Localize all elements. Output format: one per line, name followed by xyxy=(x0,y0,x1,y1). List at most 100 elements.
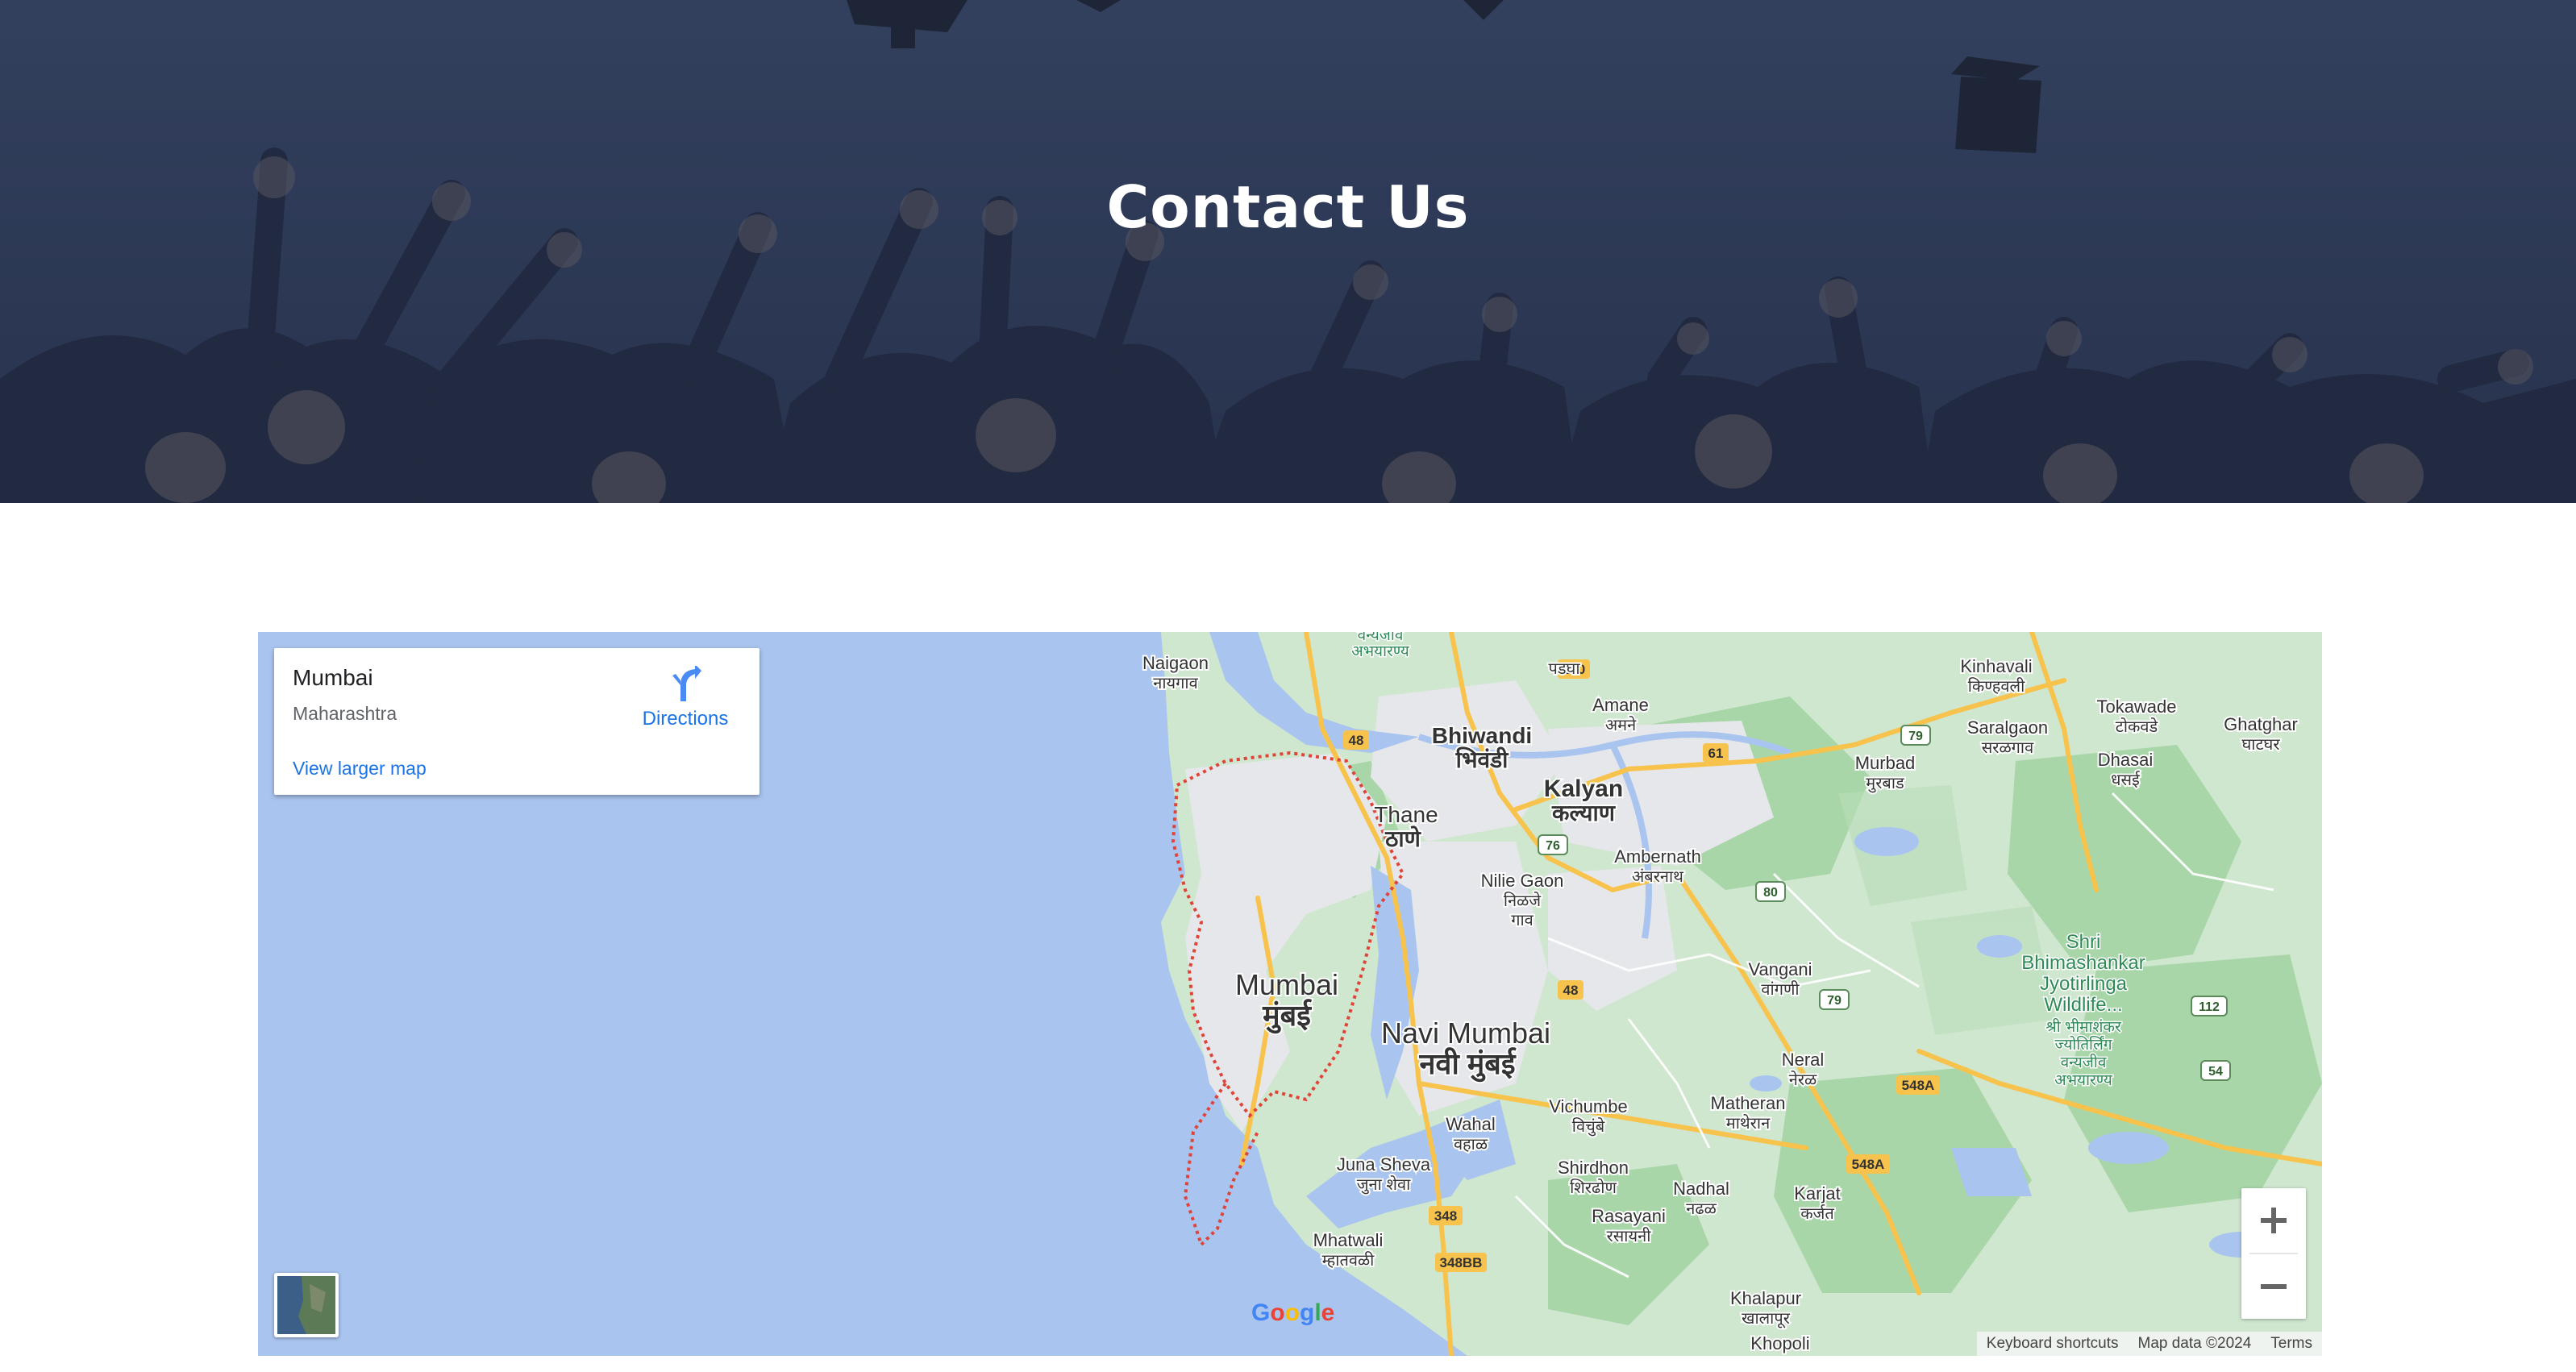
directions-icon xyxy=(672,666,701,701)
place-label: अमने xyxy=(1605,716,1637,734)
google-logo-letter: l xyxy=(1314,1299,1321,1326)
place-label: नायगाव xyxy=(1153,675,1198,692)
place-label: Vangani xyxy=(1748,959,1812,979)
place-label: वहाळ xyxy=(1454,1136,1488,1154)
place-label: Ambernath xyxy=(1614,846,1701,867)
place-label: Khopoli xyxy=(1750,1333,1809,1353)
place-region: Maharashtra xyxy=(293,703,397,724)
place-label: Kalyan xyxy=(1544,775,1623,802)
city-label: Mumbai xyxy=(1235,968,1338,1001)
place-label: Nadhal xyxy=(1673,1179,1729,1199)
place-label: खालापूर xyxy=(1742,1310,1791,1328)
place-info-card: Mumbai Maharashtra View larger map Direc… xyxy=(274,648,759,795)
zoom-controls xyxy=(2241,1188,2306,1319)
plus-icon xyxy=(2261,1208,2287,1233)
city-label: Navi Mumbai xyxy=(1381,1017,1550,1050)
place-label: Juna Sheva xyxy=(1337,1154,1431,1175)
place-label: Khalapur xyxy=(1730,1288,1801,1308)
google-logo-letter: g xyxy=(1300,1299,1315,1326)
place-label: पडघा xyxy=(1548,660,1580,678)
place-label: भिवंडी xyxy=(1455,746,1509,772)
place-label: रसायनी xyxy=(1607,1227,1652,1245)
place-label: Bhiwandi xyxy=(1432,723,1532,748)
satellite-layer-toggle[interactable] xyxy=(274,1273,339,1337)
place-label: मुरबाड xyxy=(1866,775,1904,793)
place-label: घाटघर xyxy=(2241,736,2280,754)
place-label: Murbad xyxy=(1855,753,1916,773)
place-label: Mhatwali xyxy=(1313,1230,1384,1250)
place-label: Tokawade xyxy=(2096,696,2176,717)
zoom-out-button[interactable] xyxy=(2241,1254,2306,1319)
place-label: Ghatghar xyxy=(2224,714,2298,734)
highway-shield: 348 xyxy=(1434,1208,1457,1224)
park-label: Bhimashankar xyxy=(2021,952,2145,974)
place-label: Naigaon xyxy=(1142,653,1209,673)
place-label: Amane xyxy=(1592,695,1649,715)
state-highway-shield: 80 xyxy=(1763,886,1778,900)
highway-shield: 548A xyxy=(1902,1078,1935,1093)
place-label: ठाणे xyxy=(1384,825,1422,851)
highway-shield: 48 xyxy=(1563,983,1579,998)
hero-banner: Contact Us xyxy=(0,0,2576,503)
place-label: टोकवडे xyxy=(2116,717,2158,736)
place-label: Shirdhon xyxy=(1558,1158,1629,1178)
place-label: गाव xyxy=(1511,912,1534,929)
city-label: मुंबई xyxy=(1262,999,1313,1034)
map-data-attribution: Map data ©2024 xyxy=(2137,1335,2252,1352)
park-label: ज्योतिर्लिंग xyxy=(2054,1035,2112,1054)
place-label: Neral xyxy=(1782,1050,1825,1070)
place-name: Mumbai xyxy=(293,665,373,690)
park-label: Wildlife... xyxy=(2044,994,2122,1016)
keyboard-shortcuts-link[interactable]: Keyboard shortcuts xyxy=(1987,1335,2119,1353)
terms-link[interactable]: Terms xyxy=(2270,1335,2312,1353)
embedded-map[interactable]: 160 48 61 48 548A 548A 348 348BB 79 76 8… xyxy=(258,632,2322,1356)
zoom-in-button[interactable] xyxy=(2241,1188,2306,1253)
place-label: किण्हवली xyxy=(1968,677,2025,696)
place-label: कल्याण xyxy=(1551,800,1617,825)
google-logo: Google xyxy=(1251,1299,1334,1327)
place-label: नढळ xyxy=(1686,1200,1717,1218)
place-label: जुना शेवा xyxy=(1357,1175,1411,1195)
google-logo-letter: o xyxy=(1284,1299,1300,1326)
place-label: निळजे xyxy=(1504,892,1542,910)
state-highway-shield: 112 xyxy=(2199,1000,2220,1014)
map-attribution-bar: Keyboard shortcuts Map data ©2024 Terms xyxy=(1976,1332,2322,1356)
minus-icon xyxy=(2261,1284,2287,1289)
place-label: शिरढोण xyxy=(1570,1179,1617,1197)
state-highway-shield: 79 xyxy=(1827,994,1841,1008)
park-label: अभयारण्य xyxy=(2054,1072,2113,1089)
place-label: Matheran xyxy=(1711,1093,1786,1113)
state-highway-shield: 79 xyxy=(1908,730,1923,743)
satellite-thumbnail-icon xyxy=(277,1276,335,1334)
highway-shield: 48 xyxy=(1349,733,1364,748)
park-label: वन्यजीव xyxy=(1358,632,1404,644)
place-label: विचुंबे xyxy=(1572,1117,1605,1137)
place-label: अंबरनाथ xyxy=(1632,868,1684,886)
view-larger-map-link[interactable]: View larger map xyxy=(293,758,427,780)
place-label: Karjat xyxy=(1794,1183,1840,1204)
park-label: Shri xyxy=(2066,931,2101,953)
place-label: Thane xyxy=(1374,802,1438,827)
highway-shield: 61 xyxy=(1708,746,1724,761)
place-label: Kinhavali xyxy=(1960,656,2032,676)
state-highway-shield: 54 xyxy=(2208,1065,2223,1079)
directions-button[interactable]: Directions xyxy=(629,664,742,737)
place-label: Nilie Gaon xyxy=(1481,871,1564,891)
state-highway-shield: 76 xyxy=(1546,839,1560,853)
place-label: Saralgaon xyxy=(1967,717,2048,738)
place-label: Rasayani xyxy=(1592,1206,1666,1226)
place-label: Wahal xyxy=(1446,1114,1496,1134)
place-label: म्हातवळी xyxy=(1322,1251,1375,1270)
google-logo-letter: G xyxy=(1251,1299,1271,1326)
place-label: वांगणी xyxy=(1761,980,1800,999)
park-label: श्री भीमाशंकर xyxy=(2045,1017,2122,1036)
google-logo-letter: e xyxy=(1321,1299,1335,1326)
page-title: Contact Us xyxy=(1106,173,1470,241)
place-label: सरळगाव xyxy=(1982,739,2034,757)
place-label: माथेरान xyxy=(1726,1114,1771,1133)
park-label: अभयारण्य xyxy=(1351,643,1410,660)
city-label: नवी मुंबई xyxy=(1418,1047,1517,1083)
park-label: वन्यजीव xyxy=(2061,1053,2107,1071)
place-label: धसई xyxy=(2111,771,2141,789)
directions-label: Directions xyxy=(642,708,729,730)
